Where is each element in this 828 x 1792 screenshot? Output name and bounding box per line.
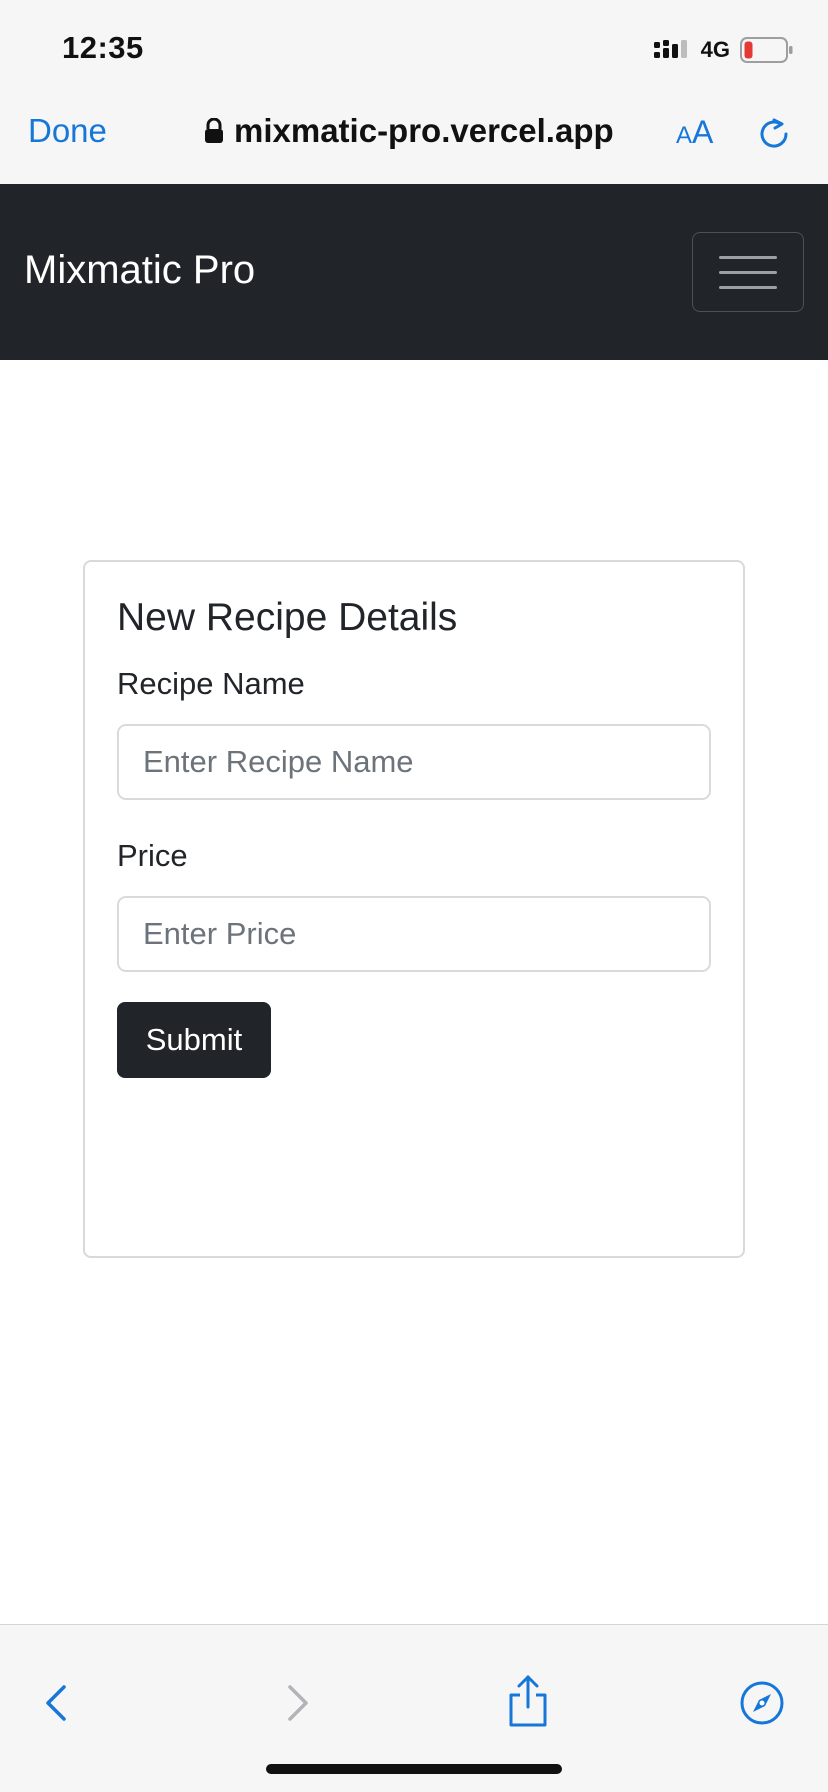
chevron-right-icon[interactable] (272, 1679, 320, 1727)
reload-icon[interactable] (756, 116, 792, 152)
navbar-brand[interactable]: Mixmatic Pro (24, 248, 255, 293)
compass-icon[interactable] (738, 1679, 786, 1727)
price-input[interactable] (117, 896, 711, 972)
text-size-big-a: A (692, 114, 714, 150)
home-indicator (266, 1764, 562, 1774)
hamburger-icon (719, 286, 777, 289)
status-bar: 12:35 4G (0, 0, 828, 90)
recipe-name-input[interactable] (117, 724, 711, 800)
status-time: 12:35 (62, 30, 144, 65)
price-label: Price (117, 838, 188, 873)
navbar-toggler-button[interactable] (692, 232, 804, 312)
page: 12:35 4G Done mixmatic-pro.vercel.app AA… (0, 0, 828, 1792)
text-size-small-a: A (676, 122, 693, 149)
network-type: 4G (700, 37, 730, 62)
recipe-name-label: Recipe Name (117, 666, 305, 701)
hamburger-icon (719, 271, 777, 274)
signal-bars-icon (653, 40, 687, 58)
text-size-button[interactable]: AA (676, 114, 713, 151)
navbar: Mixmatic Pro (0, 184, 828, 360)
lock-icon (205, 118, 223, 143)
card-title: New Recipe Details (117, 596, 458, 639)
hamburger-icon (719, 256, 777, 259)
recipe-form-card: New Recipe Details Recipe Name Price Sub… (83, 560, 745, 1258)
url-field[interactable]: mixmatic-pro.vercel.app (204, 112, 614, 150)
done-button[interactable]: Done (28, 112, 107, 150)
submit-button[interactable]: Submit (117, 1002, 271, 1078)
share-icon[interactable] (504, 1673, 552, 1729)
chevron-left-icon[interactable] (34, 1679, 82, 1727)
browser-address-bar: Done mixmatic-pro.vercel.app AA (0, 90, 828, 184)
battery-low-icon (740, 37, 793, 63)
status-indicators: 4G (653, 36, 794, 64)
url-text: mixmatic-pro.vercel.app (234, 112, 614, 149)
